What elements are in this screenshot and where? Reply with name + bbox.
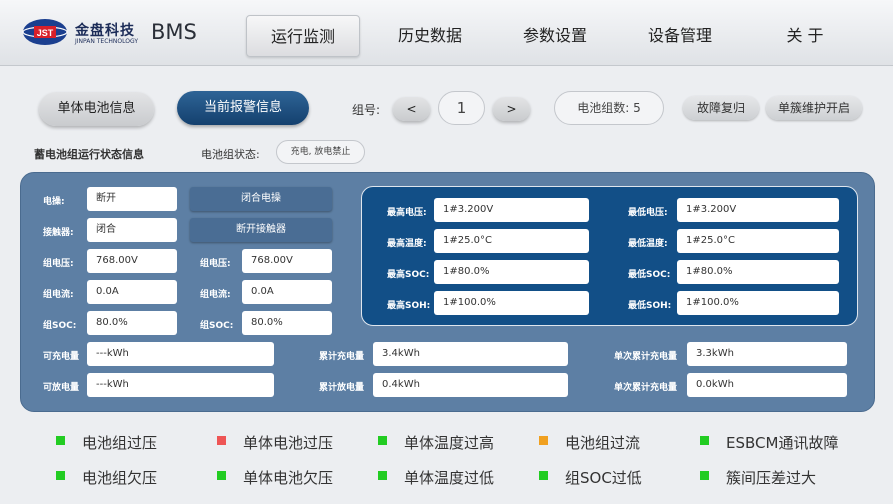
contactor-value: 闭合 — [87, 218, 177, 242]
chargeable-value: ---kWh — [87, 342, 274, 366]
chargeable-label: 可充电量 — [43, 352, 80, 362]
open-contactor-button[interactable]: 断开接触器 — [190, 218, 332, 242]
alarm-label: 单体电池过压 — [243, 434, 334, 452]
contactor-label: 接触器: — [43, 228, 74, 238]
min-soh-value: 1#100.0% — [677, 291, 839, 315]
alarm-indicator-icon — [539, 471, 548, 480]
alarm-indicator-icon — [56, 436, 65, 445]
max-soh-value: 1#100.0% — [434, 291, 589, 315]
alarm-label: 电池组欠压 — [82, 469, 158, 487]
group-no-value: 1 — [438, 91, 485, 125]
tab-run-monitor[interactable]: 运行监测 — [246, 15, 360, 57]
prev-group-button[interactable]: < — [393, 97, 430, 121]
min-temp-label: 最低温度: — [628, 239, 668, 249]
fault-reset-button[interactable]: 故障复归 — [683, 96, 759, 120]
min-voltage-label: 最低电压: — [628, 208, 668, 218]
alarm-label: 单体温度过高 — [404, 434, 495, 452]
group-current-value: 0.0A — [87, 280, 177, 304]
breaker-value: 断开 — [87, 187, 177, 211]
group-state-label: 电池组状态: — [201, 148, 260, 161]
group-soc-label-2: 组SOC: — [200, 321, 234, 331]
brand-name-en: JINPAN TECHNOLOGY — [75, 38, 138, 45]
min-soh-label: 最低SOH: — [628, 301, 672, 311]
section-title: 蓄电池组运行状态信息 — [34, 148, 144, 161]
group-current-label: 组电流: — [43, 290, 74, 300]
alarm-label: 单体电池欠压 — [243, 469, 334, 487]
alarm-label: 单体温度过低 — [404, 469, 495, 487]
alarm-indicator-icon — [539, 436, 548, 445]
max-soc-value: 1#80.0% — [434, 260, 589, 284]
alarm-label: 组SOC过低 — [565, 469, 642, 487]
group-count-display: 电池组数: 5 — [554, 91, 664, 125]
tab-history-data[interactable]: 历史数据 — [375, 15, 485, 57]
group-voltage-label-2: 组电压: — [200, 259, 231, 269]
top-bar: JST 金盘科技 JINPAN TECHNOLOGY BMS 运行监测 历史数据… — [0, 0, 893, 66]
group-soc-label: 组SOC: — [43, 321, 77, 331]
min-soc-value: 1#80.0% — [677, 260, 839, 284]
cum-discharge-value: 0.4kWh — [373, 373, 568, 397]
group-soc-value-2: 80.0% — [242, 311, 332, 335]
cum-charge-value: 3.4kWh — [373, 342, 568, 366]
dischargeable-value: ---kWh — [87, 373, 274, 397]
group-soc-value: 80.0% — [87, 311, 177, 335]
group-current-label-2: 组电流: — [200, 290, 231, 300]
alarm-indicator-icon — [700, 436, 709, 445]
single-cum-charge-value: 3.3kWh — [687, 342, 847, 366]
single-cum-charge-label: 单次累计充电量 — [614, 352, 678, 362]
max-soc-label: 最高SOC: — [387, 270, 430, 280]
brand-name: 金盘科技 — [75, 23, 135, 39]
cum-charge-label: 累计充电量 — [319, 352, 365, 362]
alarm-indicator-icon — [56, 471, 65, 480]
svg-text:JST: JST — [37, 28, 54, 38]
single-cell-info-button[interactable]: 单体电池信息 — [39, 92, 154, 126]
tab-about[interactable]: 关 于 — [750, 15, 860, 57]
current-alarm-info-button[interactable]: 当前报警信息 — [177, 91, 309, 125]
tab-parameter-settings[interactable]: 参数设置 — [500, 15, 610, 57]
group-no-label: 组号: — [352, 103, 381, 117]
jinpan-logo-icon: JST — [22, 19, 68, 45]
min-soc-label: 最低SOC: — [628, 270, 671, 280]
group-voltage-label: 组电压: — [43, 259, 74, 269]
min-temp-value: 1#25.0°C — [677, 229, 839, 253]
alarm-indicator-icon — [217, 436, 226, 445]
single-cum-charge-label-2: 单次累计充电量 — [614, 383, 678, 393]
alarm-label: 电池组过压 — [82, 434, 158, 452]
group-voltage-value-2: 768.00V — [242, 249, 332, 273]
max-temp-label: 最高温度: — [387, 239, 427, 249]
alarm-indicator-icon — [700, 471, 709, 480]
alarm-label: 簇间压差过大 — [726, 469, 817, 487]
max-voltage-value: 1#3.200V — [434, 198, 589, 222]
next-group-button[interactable]: > — [493, 97, 530, 121]
app-title: BMS — [151, 20, 197, 44]
breaker-label: 电操: — [43, 197, 65, 207]
single-cum-charge-value-2: 0.0kWh — [687, 373, 847, 397]
dischargeable-label: 可放电量 — [43, 383, 80, 393]
max-soh-label: 最高SOH: — [387, 301, 431, 311]
cluster-maintenance-button[interactable]: 单簇维护开启 — [766, 96, 862, 120]
min-voltage-value: 1#3.200V — [677, 198, 839, 222]
group-state-value: 充电, 放电禁止 — [276, 140, 365, 164]
alarm-indicator-icon — [378, 436, 387, 445]
alarm-label: 电池组过流 — [565, 434, 641, 452]
alarm-indicator-icon — [217, 471, 226, 480]
group-current-value-2: 0.0A — [242, 280, 332, 304]
alarm-indicator-icon — [378, 471, 387, 480]
max-voltage-label: 最高电压: — [387, 208, 427, 218]
max-temp-value: 1#25.0°C — [434, 229, 589, 253]
tab-device-management[interactable]: 设备管理 — [625, 15, 735, 57]
cum-discharge-label: 累计放电量 — [319, 383, 365, 393]
group-voltage-value: 768.00V — [87, 249, 177, 273]
close-breaker-button[interactable]: 闭合电操 — [190, 187, 332, 211]
alarm-label: ESBCM通讯故障 — [726, 434, 839, 452]
